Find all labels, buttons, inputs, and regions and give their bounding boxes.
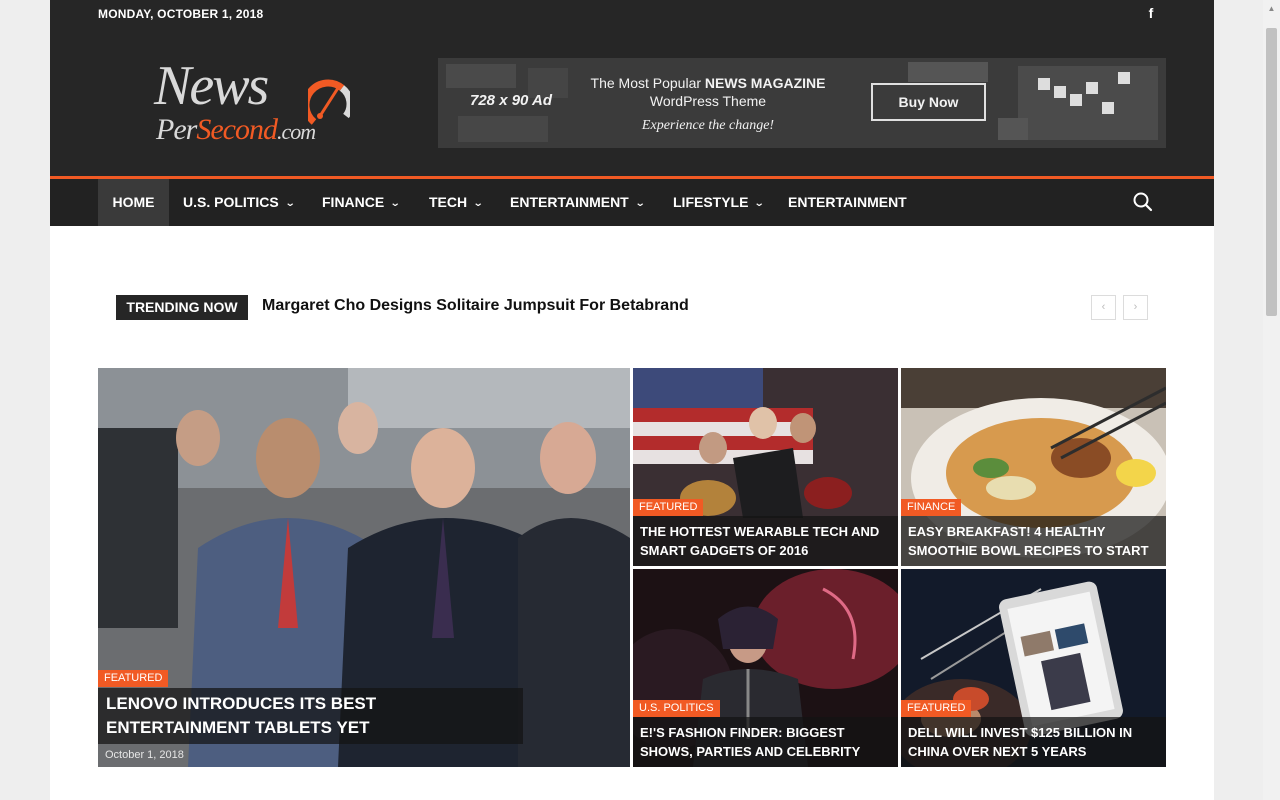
buy-now-button[interactable]: Buy Now [871, 83, 986, 121]
featured-tile[interactable]: U.S. POLITICS E!'S FASHION FINDER: BIGGE… [633, 569, 898, 767]
trending-prev-button[interactable]: ‹ [1091, 295, 1116, 320]
category-badge[interactable]: U.S. POLITICS [633, 700, 720, 717]
nav-label: HOME [112, 194, 155, 210]
chevron-down-icon: ⌄ [389, 198, 401, 209]
site-header: MONDAY, OCTOBER 1, 2018 f News PerSecond… [50, 0, 1214, 176]
current-date: MONDAY, OCTOBER 1, 2018 [98, 7, 264, 21]
category-badge[interactable]: FEATURED [98, 670, 169, 687]
category-badge[interactable]: FEATURED [901, 700, 972, 717]
logo-per-second-text: PerSecond.com [156, 113, 316, 148]
chevron-down-icon: ⌄ [634, 198, 646, 209]
chevron-down-icon: ⌄ [754, 198, 766, 209]
search-icon[interactable] [1132, 191, 1154, 213]
chevron-down-icon: ⌄ [284, 198, 296, 209]
featured-main-tile[interactable]: FEATURED LENOVO INTRODUCES ITS BEST ENTE… [98, 368, 630, 767]
banner-size-label: 728 x 90 Ad [470, 92, 552, 109]
category-badge[interactable]: FEATURED [633, 499, 704, 516]
scroll-thumb[interactable] [1266, 28, 1277, 316]
page: MONDAY, OCTOBER 1, 2018 f News PerSecond… [50, 0, 1214, 800]
nav-label: U.S. POLITICS [183, 194, 279, 210]
banner-headline: The Most Popular NEWS MAGAZINE [558, 75, 858, 91]
nav-item-finance[interactable]: FINANCE ⌄ [322, 179, 401, 226]
trending-label: TRENDING NOW [116, 295, 248, 320]
main-nav: HOME U.S. POLITICS ⌄ FINANCE ⌄ TECH ⌄ ENTER… [50, 176, 1214, 226]
featured-tile[interactable]: FEATURED THE HOTTEST WEARABLE TECH AND S… [633, 368, 898, 566]
nav-item-home[interactable]: HOME [98, 179, 169, 226]
nav-item-entertainment-2[interactable]: ENTERTAINMENT [788, 179, 907, 226]
nav-item-lifestyle[interactable]: LIFESTYLE ⌄ [673, 179, 766, 226]
featured-main-date: October 1, 2018 [105, 749, 184, 761]
logo-per: Per [156, 113, 197, 146]
nav-label: TECH [429, 194, 468, 210]
trending-title-link[interactable]: Margaret Cho Designs Solitaire Jumpsuit … [262, 297, 689, 315]
nav-label: LIFESTYLE [673, 194, 749, 210]
category-badge[interactable]: FINANCE [901, 499, 962, 516]
facebook-icon[interactable]: f [1144, 5, 1158, 23]
featured-tile[interactable]: FINANCE EASY BREAKFAST! 4 HEALTHY SMOOTH… [901, 368, 1166, 566]
nav-label: ENTERTAINMENT [788, 194, 907, 210]
scroll-up-arrow-icon[interactable]: ▲ [1263, 0, 1280, 17]
speedometer-icon [308, 79, 350, 125]
trending-next-button[interactable]: › [1123, 295, 1148, 320]
featured-tile[interactable]: FEATURED DELL WILL INVEST $125 BILLION I… [901, 569, 1166, 767]
banner-headline-bold: NEWS MAGAZINE [704, 75, 826, 91]
nav-label: ENTERTAINMENT [510, 194, 629, 210]
nav-item-entertainment[interactable]: ENTERTAINMENT ⌄ [510, 179, 646, 226]
nav-item-us-politics[interactable]: U.S. POLITICS ⌄ [183, 179, 296, 226]
page-scrollbar[interactable]: ▲ [1263, 0, 1280, 800]
tile-title[interactable]: E!'S FASHION FINDER: BIGGEST SHOWS, PART… [640, 723, 895, 761]
nav-item-tech[interactable]: TECH ⌄ [429, 179, 484, 226]
featured-main-title[interactable]: LENOVO INTRODUCES ITS BEST ENTERTAINMENT… [106, 692, 506, 740]
site-logo[interactable]: News PerSecond.com [118, 56, 358, 152]
tile-title[interactable]: THE HOTTEST WEARABLE TECH AND SMART GADG… [640, 522, 890, 560]
nav-label: FINANCE [322, 194, 385, 210]
ad-banner[interactable]: 728 x 90 Ad The Most Popular NEWS MAGAZI… [438, 58, 1166, 148]
chevron-down-icon: ⌄ [472, 198, 484, 209]
tile-title[interactable]: DELL WILL INVEST $125 BILLION IN CHINA O… [908, 723, 1158, 761]
tile-title[interactable]: EASY BREAKFAST! 4 HEALTHY SMOOTHIE BOWL … [908, 522, 1163, 560]
logo-second: Second [196, 113, 278, 146]
banner-tagline: Experience the change! [641, 118, 775, 133]
banner-subline: WordPress Theme [649, 93, 767, 109]
banner-headline-prefix: The Most Popular [590, 75, 705, 91]
logo-news-text: News [154, 55, 269, 117]
